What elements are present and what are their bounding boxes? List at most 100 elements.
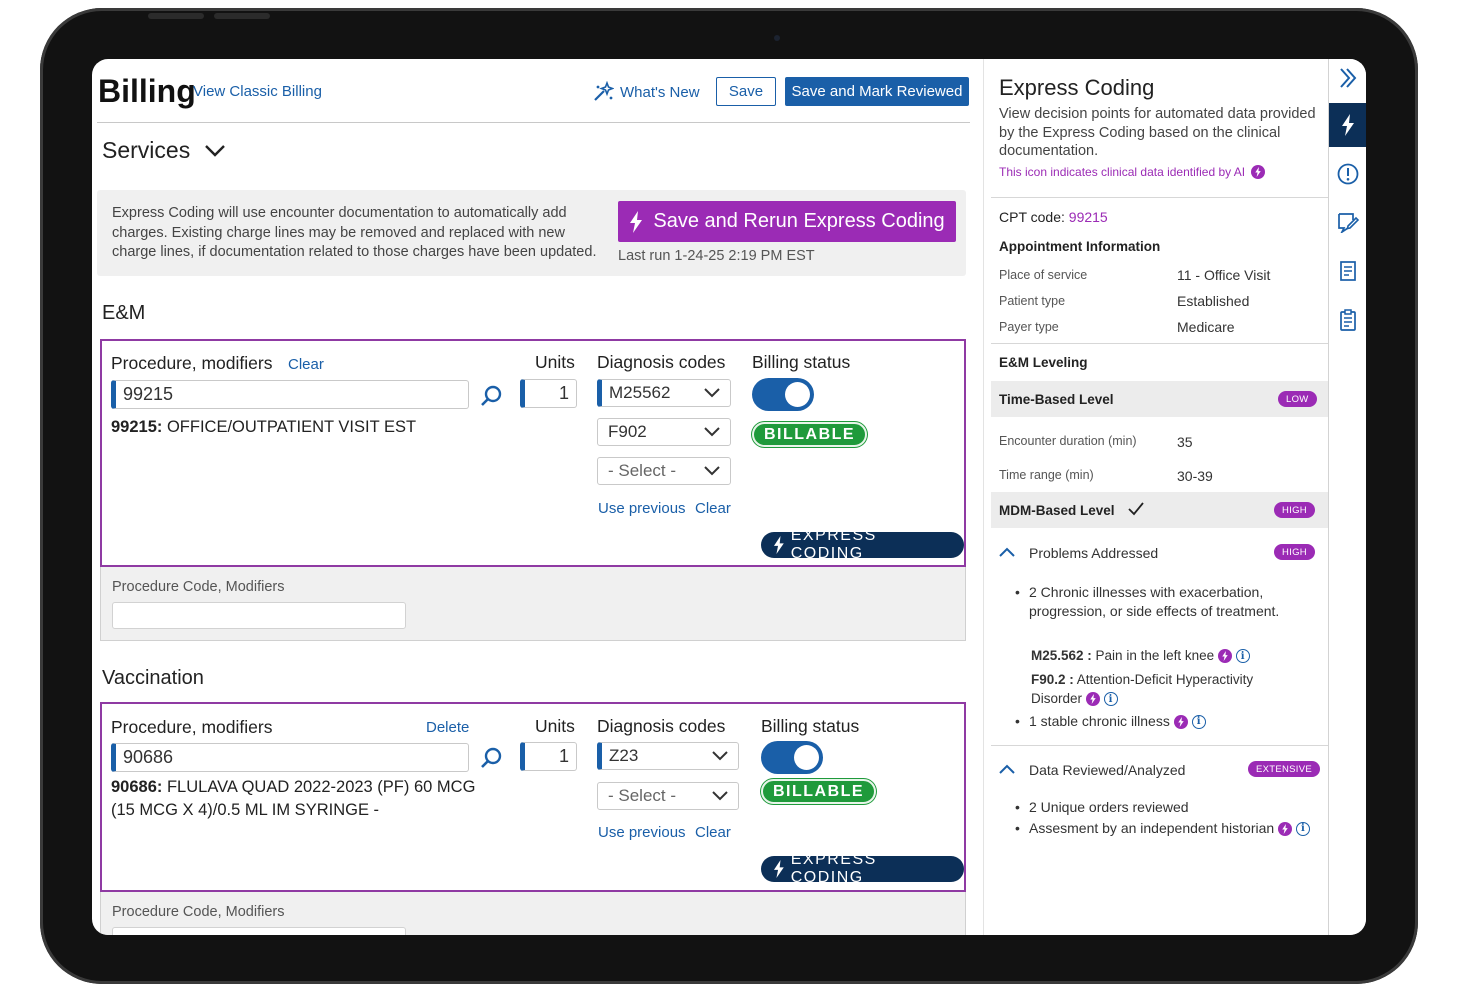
billing-status-toggle[interactable] bbox=[761, 741, 823, 774]
diagnosis-line: M25.562 : Pain in the left knee i bbox=[1031, 648, 1250, 664]
data-bullet: 2 Unique orders reviewed bbox=[1015, 798, 1309, 817]
edit-note-icon[interactable] bbox=[1337, 211, 1359, 233]
units-input[interactable]: 1 bbox=[520, 742, 577, 771]
view-classic-billing-link[interactable]: View Classic Billing bbox=[193, 83, 322, 100]
lightning-icon bbox=[773, 860, 784, 878]
save-button[interactable]: Save bbox=[716, 77, 776, 106]
express-coding-label: EXPRESS CODING bbox=[790, 527, 877, 562]
pane-divider bbox=[983, 59, 984, 935]
ai-lightning-icon bbox=[1217, 649, 1232, 664]
save-and-rerun-express-coding-button[interactable]: Save and Rerun Express Coding bbox=[618, 201, 956, 242]
units-label: Units bbox=[535, 716, 575, 736]
whats-new-link[interactable]: What's New bbox=[592, 81, 700, 103]
use-previous-link[interactable]: Use previous bbox=[598, 500, 686, 517]
procedure-description-code: 99215: bbox=[111, 418, 163, 436]
mdm-based-level-label: MDM-Based Level bbox=[999, 503, 1115, 518]
ai-lightning-icon bbox=[1085, 692, 1100, 707]
cpt-code-value: 99215 bbox=[1068, 209, 1108, 225]
data-bullet: Assesment by an independent historian i bbox=[1015, 819, 1329, 838]
vaccination-section-title: Vaccination bbox=[102, 667, 204, 689]
diagnosis-select-1[interactable]: Z23 bbox=[597, 742, 739, 770]
document-icon[interactable] bbox=[1337, 260, 1359, 282]
volume-button bbox=[148, 13, 204, 19]
appt-value: 11 - Office Visit bbox=[1177, 267, 1271, 283]
info-icon[interactable]: i bbox=[1295, 822, 1310, 837]
problems-addressed-label[interactable]: Problems Addressed bbox=[1029, 545, 1158, 561]
data-reviewed-label[interactable]: Data Reviewed/Analyzed bbox=[1029, 762, 1185, 778]
time-based-level-label: Time-Based Level bbox=[999, 392, 1114, 407]
search-icon[interactable] bbox=[480, 384, 504, 408]
encounter-duration-label: Encounter duration (min) bbox=[999, 434, 1137, 448]
volume-button bbox=[214, 13, 270, 19]
diagnosis-select-2[interactable]: F902 bbox=[597, 418, 731, 446]
vaccination-new-procedure-row: Procedure Code, Modifiers bbox=[100, 892, 966, 935]
billing-status-toggle[interactable] bbox=[752, 378, 814, 411]
extensive-badge: EXTENSIVE bbox=[1248, 761, 1321, 777]
delete-link[interactable]: Delete bbox=[426, 719, 469, 736]
side-rail bbox=[1329, 59, 1366, 935]
ai-lightning-icon bbox=[1251, 165, 1266, 179]
diagnosis-placeholder: - Select - bbox=[608, 786, 677, 805]
express-coding-badge[interactable]: EXPRESS CODING bbox=[761, 851, 964, 886]
diagnosis-codes-label: Diagnosis codes bbox=[597, 352, 726, 372]
chevron-down-icon bbox=[704, 427, 720, 437]
appt-key: Patient type bbox=[999, 294, 1066, 308]
cpt-code: CPT code: 99215 bbox=[999, 209, 1108, 225]
vaccination-charge-card: Procedure, modifiers Delete Units Diagno… bbox=[100, 702, 966, 892]
double-chevron-right-icon[interactable] bbox=[1337, 67, 1359, 89]
encounter-duration-value: 35 bbox=[1177, 434, 1193, 450]
units-input[interactable]: 1 bbox=[520, 379, 577, 408]
ai-lightning-icon bbox=[1278, 822, 1293, 837]
chevron-down-icon bbox=[205, 144, 226, 157]
last-run-timestamp: Last run 1-24-25 2:19 PM EST bbox=[618, 248, 815, 264]
billable-badge: BILLABLE bbox=[752, 422, 868, 447]
alert-circle-icon[interactable] bbox=[1337, 163, 1359, 185]
diagnosis-line: F90.2 : Attention-Deficit Hyperactivity … bbox=[1031, 670, 1281, 708]
info-icon[interactable]: i bbox=[1235, 649, 1250, 664]
express-coding-info-box: Express Coding will use encounter docume… bbox=[97, 190, 966, 276]
lightning-icon bbox=[630, 210, 643, 233]
use-previous-link[interactable]: Use previous bbox=[598, 824, 686, 841]
diagnosis-clear-link[interactable]: Clear bbox=[695, 824, 731, 841]
em-new-procedure-row: Procedure Code, Modifiers bbox=[100, 567, 966, 641]
search-icon[interactable] bbox=[480, 746, 504, 770]
ai-lightning-icon bbox=[1173, 715, 1188, 730]
data-bullet-text: Assesment by an independent historian bbox=[1029, 820, 1275, 836]
chevron-down-icon bbox=[712, 751, 728, 761]
diagnosis-code: F90.2 : bbox=[1031, 672, 1074, 687]
lightning-icon bbox=[1341, 114, 1354, 136]
diagnosis-select-3[interactable]: - Select - bbox=[597, 457, 731, 485]
rerun-label: Save and Rerun Express Coding bbox=[653, 210, 945, 232]
new-procedure-input[interactable] bbox=[112, 927, 406, 935]
toggle-knob bbox=[785, 382, 810, 407]
save-and-mark-reviewed-button[interactable]: Save and Mark Reviewed bbox=[785, 77, 969, 106]
procedure-description: 99215: OFFICE/OUTPATIENT VISIT EST bbox=[111, 416, 491, 439]
clipboard-icon[interactable] bbox=[1337, 309, 1359, 331]
procedure-clear-link[interactable]: Clear bbox=[288, 356, 324, 373]
info-icon[interactable]: i bbox=[1191, 715, 1206, 730]
procedure-label: Procedure, modifiers bbox=[111, 717, 273, 737]
new-procedure-label: Procedure Code, Modifiers bbox=[112, 904, 285, 920]
units-label: Units bbox=[535, 352, 575, 372]
chevron-up-icon[interactable] bbox=[999, 764, 1015, 774]
services-toggle[interactable]: Services bbox=[102, 137, 226, 164]
procedure-description: 90686: FLULAVA QUAD 2022-2023 (PF) 60 MC… bbox=[111, 776, 501, 822]
diagnosis-select-1[interactable]: M25562 bbox=[597, 379, 731, 407]
procedure-description-text: FLULAVA QUAD 2022-2023 (PF) 60 MCG (15 M… bbox=[111, 778, 476, 819]
procedure-code-input[interactable]: 99215 bbox=[111, 380, 469, 409]
chevron-down-icon bbox=[704, 388, 720, 398]
billable-badge: BILLABLE bbox=[761, 779, 877, 804]
services-title: Services bbox=[102, 137, 191, 163]
express-coding-badge[interactable]: EXPRESS CODING bbox=[761, 527, 964, 562]
chevron-up-icon[interactable] bbox=[999, 547, 1015, 557]
diagnosis-clear-link[interactable]: Clear bbox=[695, 500, 731, 517]
new-procedure-input[interactable] bbox=[112, 602, 406, 629]
info-icon[interactable]: i bbox=[1103, 692, 1118, 707]
diagnosis-codes-label: Diagnosis codes bbox=[597, 716, 726, 736]
express-coding-tab[interactable] bbox=[1329, 103, 1366, 147]
procedure-code-input[interactable]: 90686 bbox=[111, 743, 469, 772]
cpt-code-label: CPT code: bbox=[999, 209, 1065, 225]
whats-new-label: What's New bbox=[620, 83, 700, 101]
diagnosis-select-2[interactable]: - Select - bbox=[597, 782, 739, 810]
diagnosis-value: F902 bbox=[608, 422, 647, 441]
